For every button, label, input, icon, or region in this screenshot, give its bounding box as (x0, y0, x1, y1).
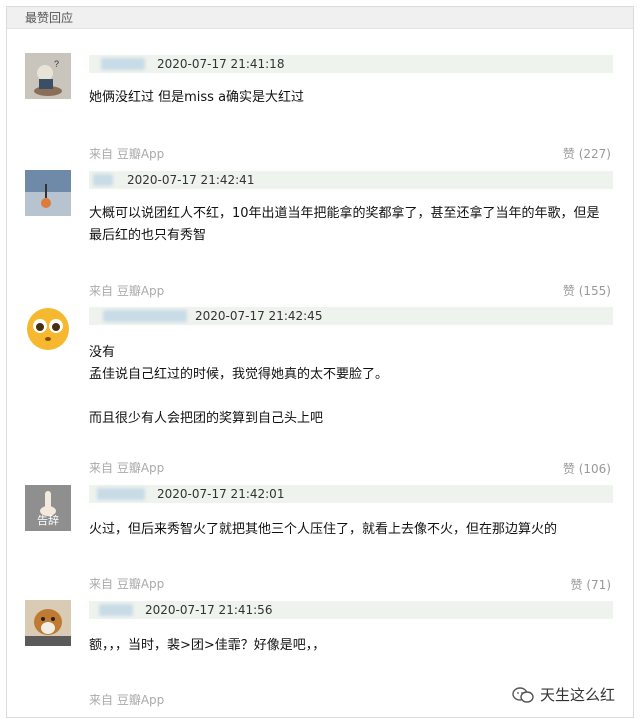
timestamp: 2020-07-17 21:42:45 (195, 309, 323, 323)
username-redacted[interactable] (97, 488, 145, 500)
avatar[interactable] (25, 170, 71, 216)
avatar[interactable] (25, 600, 71, 646)
username-redacted[interactable] (93, 174, 113, 186)
watermark-text: 天生这么红 (539, 686, 615, 704)
comment-meta: 2020-07-17 21:42:41 (89, 171, 613, 189)
avatar-landscape-icon (25, 170, 71, 216)
avatar-caption: 告辞 (37, 514, 59, 527)
comments-panel: 最赞回应 ? 2020-07-17 21:41:18 她俩没红过 但是miss … (6, 6, 634, 718)
avatar-dog-icon (25, 600, 71, 646)
comment-text: 没有 孟佳说自己红过的时候，我觉得她真的太不要脸了。 而且很少有人会把团的奖算到… (89, 345, 389, 426)
avatar[interactable]: 告辞 (25, 485, 71, 531)
avatar-figure-icon: ? (25, 53, 71, 99)
comment-meta: 2020-07-17 21:42:01 (89, 485, 613, 503)
avatar[interactable] (25, 305, 71, 351)
comment-source: 来自 豆瓣App (89, 693, 165, 707)
comment-meta: 2020-07-17 21:41:56 (89, 601, 613, 619)
username-redacted[interactable] (103, 310, 187, 322)
username-redacted[interactable] (99, 604, 133, 616)
like-button[interactable]: 赞 (155) (563, 282, 611, 299)
wechat-icon (512, 686, 534, 703)
avatar[interactable]: ? (25, 53, 71, 99)
timestamp: 2020-07-17 21:42:41 (127, 173, 255, 187)
comment-meta: 2020-07-17 21:41:18 (89, 55, 613, 73)
comment-text: 她俩没红过 但是miss a确实是大红过 (89, 90, 305, 105)
comment-source: 来自 豆瓣App (89, 147, 165, 161)
comment-text: 额，，，当时，裴>团>佳霏？好像是吧，， (89, 638, 326, 653)
like-button[interactable]: 赞 (227) (563, 145, 611, 162)
comment-source: 来自 豆瓣App (89, 284, 165, 298)
comment-source: 来自 豆瓣App (89, 461, 165, 475)
comment-meta: 2020-07-17 21:42:45 (89, 307, 613, 325)
comment-text: 大概可以说团红人不红，10年出道当年把能拿的奖都拿了，甚至还拿了当年的年歌，但是… (89, 206, 600, 243)
timestamp: 2020-07-17 21:41:56 (145, 603, 273, 617)
section-title: 最赞回应 (7, 7, 633, 29)
like-button[interactable]: 赞 (71) (571, 576, 611, 593)
comment-text: 火过，但后来秀智火了就把其他三个人压住了，就看上去像不火，但在那边算火的 (89, 522, 558, 537)
svg-text:?: ? (54, 59, 59, 69)
username-redacted[interactable] (101, 58, 145, 70)
comment-source: 来自 豆瓣App (89, 577, 165, 591)
avatar-emoji-icon (25, 305, 71, 351)
timestamp: 2020-07-17 21:42:01 (157, 487, 285, 501)
watermark: 天生这么红 (512, 684, 615, 705)
like-button[interactable]: 赞 (106) (563, 460, 611, 477)
timestamp: 2020-07-17 21:41:18 (157, 57, 285, 71)
